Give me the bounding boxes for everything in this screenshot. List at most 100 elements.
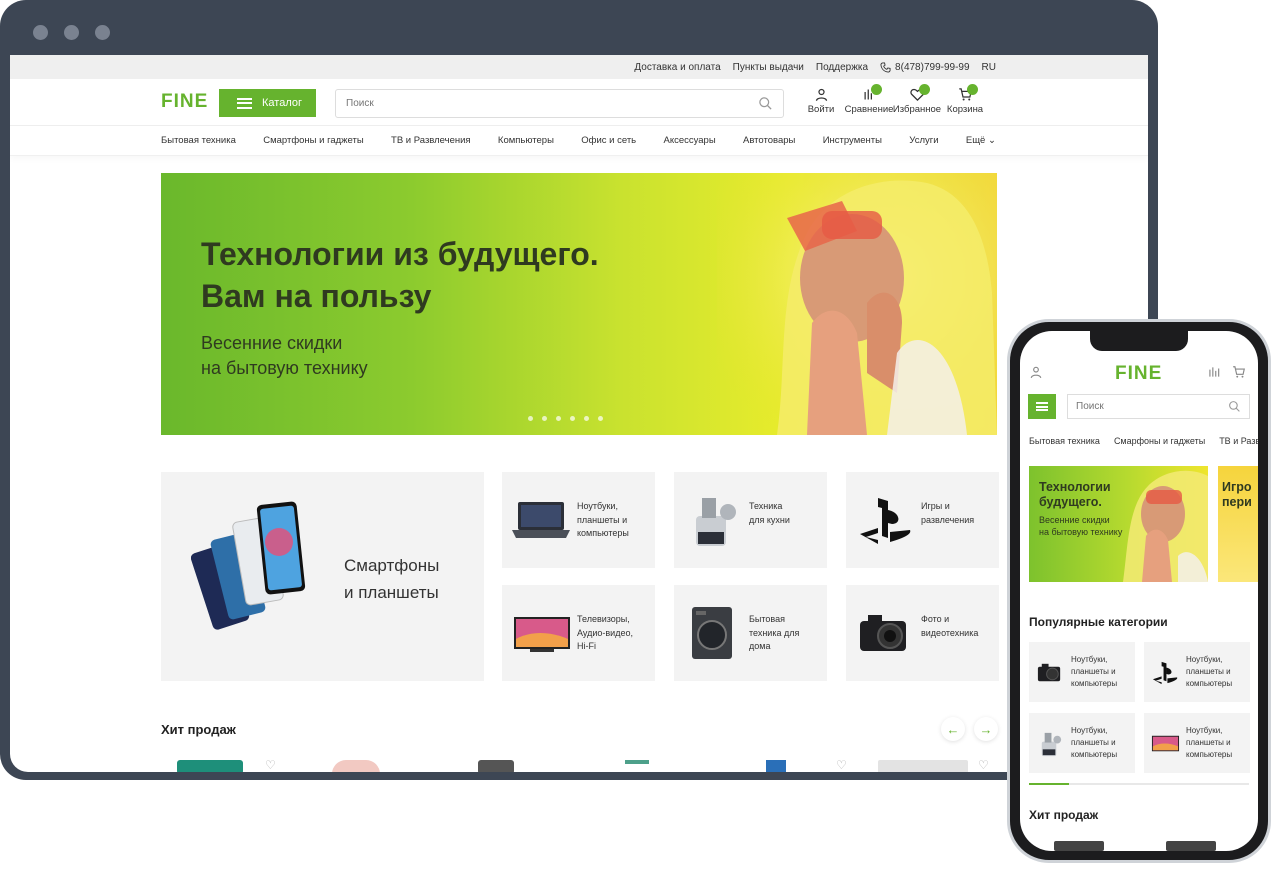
menu-icon: [237, 97, 252, 109]
banner-subtitle-line: Весенние скидки: [1039, 515, 1110, 525]
category-card-tv[interactable]: Телевизоры, Аудио-видео, Hi-Fi: [502, 585, 655, 681]
language-switch[interactable]: RU: [982, 62, 996, 73]
fine-logo[interactable]: FINE: [161, 91, 208, 113]
mobile-second-banner[interactable]: Игро пери: [1218, 466, 1258, 582]
product-image[interactable]: [766, 760, 786, 772]
search-icon[interactable]: [758, 96, 773, 111]
nav-item-tools[interactable]: Инструменты: [823, 135, 882, 146]
compare-icon[interactable]: [1207, 365, 1221, 379]
category-label-line: планшеты и: [1186, 667, 1231, 676]
favorite-icon[interactable]: ♡: [836, 758, 847, 772]
tv-icon: [514, 617, 570, 652]
category-label-line: Ноутбуки,: [1186, 655, 1223, 664]
category-tile-label: Игры и развлечения: [921, 500, 993, 527]
category-label-line: развлечения: [921, 514, 975, 525]
mobile-search-input[interactable]: [1076, 401, 1228, 412]
cart-button[interactable]: Корзина: [941, 84, 989, 115]
playstation-icon: [860, 498, 911, 544]
product-image[interactable]: [1166, 841, 1216, 851]
login-label: Войти: [807, 104, 835, 115]
nav-item-computers[interactable]: Компьютеры: [498, 135, 554, 146]
slider-dot[interactable]: [542, 416, 547, 421]
search-input[interactable]: [346, 98, 758, 109]
category-label-line: Техника: [749, 501, 783, 511]
slider-dot[interactable]: [556, 416, 561, 421]
fine-logo[interactable]: FINE: [1115, 363, 1162, 385]
nav-item-smartphones[interactable]: Смарфоны и гаджеты: [1114, 436, 1205, 446]
product-image[interactable]: [625, 760, 649, 772]
login-button[interactable]: Войти: [797, 87, 845, 115]
banner-title-line: Технологии из будущего.: [201, 236, 599, 272]
slider-dot[interactable]: [584, 416, 589, 421]
phone-link[interactable]: 8(478)799-99-99: [880, 62, 970, 73]
slider-dot[interactable]: [570, 416, 575, 421]
nav-item-services[interactable]: Услуги: [909, 135, 938, 146]
category-label-line: Фото и: [921, 614, 950, 624]
category-label-line: Ноутбуки,: [1186, 726, 1223, 735]
category-card-laptops[interactable]: Ноутбуки, планшеты и компьютеры: [502, 472, 655, 568]
phone-notch: [1090, 331, 1188, 351]
slider-next-button[interactable]: →: [974, 717, 998, 741]
product-image[interactable]: [478, 760, 514, 772]
pickup-points-link[interactable]: Пункты выдачи: [733, 62, 804, 73]
tv-icon: [1151, 735, 1180, 752]
category-card-games[interactable]: Игры и развлечения: [846, 472, 999, 568]
compare-button[interactable]: Сравнение: [844, 84, 894, 115]
delivery-link[interactable]: Доставка и оплата: [634, 62, 720, 73]
product-image[interactable]: [878, 760, 968, 772]
search-icon[interactable]: [1228, 400, 1241, 413]
mobile-category-tile[interactable]: Ноутбуки, планшеты и компьютеры: [1144, 642, 1250, 702]
slider-prev-button[interactable]: ←: [941, 717, 965, 741]
mobile-menu-button[interactable]: [1028, 394, 1056, 419]
slider-dot[interactable]: [598, 416, 603, 421]
category-label-line: компьютеры: [1186, 679, 1233, 688]
product-image[interactable]: [177, 760, 243, 772]
category-card-photo[interactable]: Фото и видеотехника: [846, 585, 999, 681]
catalog-label: Каталог: [262, 97, 302, 109]
category-card-smartphones[interactable]: Смартфоны и планшеты: [161, 472, 484, 681]
banner-title: Технологии из будущего. Вам на пользу: [201, 233, 599, 317]
mobile-hero-banner[interactable]: Технологии будущего. Весенние скидки на …: [1029, 466, 1208, 582]
slider-pagination: [528, 416, 603, 421]
user-icon[interactable]: [1029, 365, 1043, 379]
nav-item-auto[interactable]: Автотовары: [743, 135, 795, 146]
nav-item-more[interactable]: Ещё ⌄: [966, 135, 996, 146]
category-tile-label: Бытовая техника для дома: [749, 613, 821, 654]
slider-dot[interactable]: [528, 416, 533, 421]
nav-item-accessories[interactable]: Аксессуары: [663, 135, 715, 146]
window-dot-icon: [33, 25, 48, 40]
mobile-category-tile[interactable]: Ноутбуки, планшеты и компьютеры: [1144, 713, 1250, 773]
nav-item-appliances[interactable]: Бытовая техника: [161, 135, 236, 146]
favorite-icon[interactable]: ♡: [265, 758, 276, 772]
favorites-button[interactable]: Избранное: [892, 84, 942, 115]
nav-item-tv[interactable]: ТВ и Развле: [1219, 436, 1258, 446]
banner-subtitle-line: Весенние скидки: [201, 333, 343, 353]
nav-item-appliances[interactable]: Бытовая техника: [1029, 436, 1100, 446]
category-label-line: Ноутбуки,: [577, 501, 618, 511]
nav-item-office[interactable]: Офис и сеть: [581, 135, 636, 146]
category-tile-label: Ноутбуки, планшеты и компьютеры: [1186, 654, 1248, 690]
cart-icon[interactable]: [1232, 365, 1246, 379]
category-card-kitchen[interactable]: Техника для кухни: [674, 472, 827, 568]
playstation-icon: [1152, 661, 1178, 685]
nav-item-smartphones[interactable]: Смартфоны и гаджеты: [263, 135, 363, 146]
category-card-home-appliances[interactable]: Бытовая техника для дома: [674, 585, 827, 681]
compare-label: Сравнение: [844, 104, 894, 115]
mobile-category-tile[interactable]: Ноутбуки, планшеты и компьютеры: [1029, 713, 1135, 773]
category-card-label: Смартфоны и планшеты: [344, 552, 464, 606]
favorite-icon[interactable]: ♡: [978, 758, 989, 772]
catalog-button[interactable]: Каталог: [219, 89, 316, 117]
arrow-left-icon: ←: [946, 721, 960, 737]
product-image[interactable]: [1054, 841, 1104, 851]
category-label-line: Ноутбуки,: [1071, 655, 1108, 664]
nav-item-tv[interactable]: ТВ и Развлечения: [391, 135, 471, 146]
mobile-category-tile[interactable]: Ноутбуки, планшеты и компьютеры: [1029, 642, 1135, 702]
category-label-line: Игры и: [921, 501, 950, 511]
support-link[interactable]: Поддержка: [816, 62, 868, 73]
category-label-line: планшеты и: [1071, 738, 1116, 747]
banner-title: Технологии будущего.: [1039, 480, 1111, 510]
window-dot-icon: [64, 25, 79, 40]
product-image[interactable]: [332, 760, 380, 772]
favorites-label: Избранное: [892, 104, 942, 115]
hero-banner[interactable]: Технологии из будущего. Вам на пользу Ве…: [161, 173, 997, 435]
